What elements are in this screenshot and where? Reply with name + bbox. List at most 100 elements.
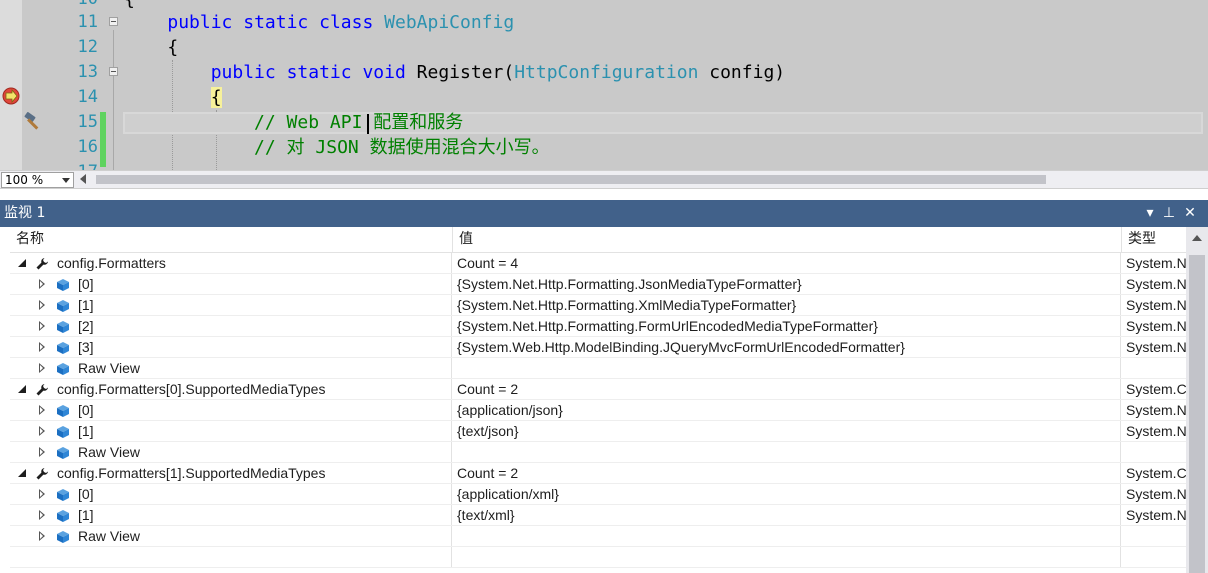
- watch-row[interactable]: [10, 547, 1186, 568]
- watch-value-cell[interactable]: Count = 2: [453, 379, 1121, 399]
- watch-value-cell[interactable]: {System.Net.Http.Formatting.XmlMediaType…: [453, 295, 1121, 315]
- expand-arrow-icon[interactable]: [39, 279, 45, 289]
- watch-value-cell[interactable]: {System.Net.Http.Formatting.FormUrlEncod…: [453, 316, 1121, 336]
- line-number: 13: [77, 62, 98, 82]
- watch-row[interactable]: [0] {application/xml} System.N: [10, 484, 1186, 505]
- watch-row[interactable]: config.Formatters[1].SupportedMediaTypes…: [10, 463, 1186, 484]
- watch-row[interactable]: [3] {System.Web.Http.ModelBinding.JQueryM…: [10, 337, 1186, 358]
- pin-icon[interactable]: ⊥: [1160, 200, 1178, 227]
- watch-row[interactable]: [0] {application/json} System.N: [10, 400, 1186, 421]
- scroll-left-arrow-icon[interactable]: [80, 174, 86, 184]
- watch-name-cell[interactable]: config.Formatters[1].SupportedMediaTypes: [10, 463, 452, 483]
- expand-arrow-icon[interactable]: [39, 321, 45, 331]
- watch-value-cell[interactable]: [453, 358, 1121, 378]
- collapse-arrow-icon[interactable]: [18, 385, 26, 393]
- watch-name-cell[interactable]: [10, 547, 452, 567]
- scroll-up-arrow-icon[interactable]: [1192, 235, 1202, 241]
- code-text: {: [124, 85, 222, 110]
- code-text: // 对 JSON 数据使用混合大小写。: [124, 135, 550, 160]
- code-line[interactable]: 15 // Web API 配置和服务: [0, 110, 1208, 135]
- watch-name-cell[interactable]: Raw View: [10, 358, 452, 378]
- watch-value-cell[interactable]: {application/json}: [453, 400, 1121, 420]
- watch-row[interactable]: [1] {System.Net.Http.Formatting.XmlMediaT…: [10, 295, 1186, 316]
- watch-name-cell[interactable]: [1]: [10, 505, 452, 525]
- collapse-icon[interactable]: [109, 17, 118, 26]
- expand-arrow-icon[interactable]: [39, 447, 45, 457]
- watch-value-cell[interactable]: [453, 526, 1121, 546]
- close-icon[interactable]: ✕: [1181, 200, 1199, 227]
- expand-arrow-icon[interactable]: [39, 426, 45, 436]
- zoom-select[interactable]: 100 %: [1, 172, 74, 188]
- vertical-scrollbar-thumb[interactable]: [1189, 255, 1205, 573]
- code-line[interactable]: 13 public static void Register(HttpConfi…: [0, 60, 1208, 85]
- expand-arrow-icon[interactable]: [39, 342, 45, 352]
- watch-value-cell[interactable]: {System.Web.Http.ModelBinding.JQueryMvcF…: [453, 337, 1121, 357]
- watch-name-cell[interactable]: [1]: [10, 295, 452, 315]
- watch-name-cell[interactable]: config.Formatters[0].SupportedMediaTypes: [10, 379, 452, 399]
- watch-row[interactable]: [1] {text/xml} System.N: [10, 505, 1186, 526]
- code-line[interactable]: 14 {: [0, 85, 1208, 110]
- watch-name-cell[interactable]: config.Formatters: [10, 253, 452, 273]
- watch-row[interactable]: [2] {System.Net.Http.Formatting.FormUrlEn…: [10, 316, 1186, 337]
- horizontal-scrollbar-thumb[interactable]: [96, 175, 1046, 184]
- collapse-arrow-icon[interactable]: [18, 259, 26, 267]
- watch-row[interactable]: Raw View: [10, 358, 1186, 379]
- watch-row[interactable]: config.Formatters Count = 4 System.N: [10, 253, 1186, 274]
- watch-name-cell[interactable]: [3]: [10, 337, 452, 357]
- watch-name-cell[interactable]: [0]: [10, 400, 452, 420]
- watch-name-cell[interactable]: [2]: [10, 316, 452, 336]
- watch-row[interactable]: [0] {System.Net.Http.Formatting.JsonMedia…: [10, 274, 1186, 295]
- watch-column-header: 名称 值 类型: [10, 227, 1186, 253]
- code-editor[interactable]: 10{11 public static class WebApiConfig12…: [0, 0, 1208, 170]
- collapse-arrow-icon[interactable]: [18, 469, 26, 477]
- watch-row[interactable]: Raw View: [10, 442, 1186, 463]
- watch-value-cell[interactable]: [453, 442, 1121, 462]
- column-header-type[interactable]: 类型: [1122, 227, 1186, 252]
- watch-name-label: [1]: [78, 297, 94, 313]
- code-token: config): [698, 62, 786, 83]
- collapse-icon[interactable]: [109, 67, 118, 76]
- watch-value-cell[interactable]: {text/json}: [453, 421, 1121, 441]
- watch-name-cell[interactable]: [0]: [10, 484, 452, 504]
- comment-token: // Web API 配置和服务: [254, 112, 464, 133]
- watch-type-cell: System.N: [1126, 255, 1186, 271]
- watch-value-cell[interactable]: {text/xml}: [453, 505, 1121, 525]
- expand-arrow-icon[interactable]: [39, 510, 45, 520]
- code-text: // Web API 配置和服务: [124, 110, 463, 135]
- watch-name-label: [3]: [78, 339, 94, 355]
- expand-arrow-icon[interactable]: [39, 489, 45, 499]
- column-header-value[interactable]: 值: [453, 227, 1122, 252]
- watch-value-cell[interactable]: {application/xml}: [453, 484, 1121, 504]
- object-icon: [56, 403, 70, 417]
- object-icon: [56, 487, 70, 501]
- expand-arrow-icon[interactable]: [39, 300, 45, 310]
- watch-name-cell[interactable]: [0]: [10, 274, 452, 294]
- watch-name-cell[interactable]: Raw View: [10, 442, 452, 462]
- watch-value-cell[interactable]: {System.Net.Http.Formatting.JsonMediaTyp…: [453, 274, 1121, 294]
- window-menu-icon[interactable]: ▾: [1141, 200, 1159, 227]
- code-line[interactable]: 16 // 对 JSON 数据使用混合大小写。: [0, 135, 1208, 160]
- column-header-name[interactable]: 名称: [10, 227, 453, 252]
- object-icon: [56, 277, 70, 291]
- watch-type-cell: System.C: [1126, 465, 1186, 481]
- watch-name-cell[interactable]: Raw View: [10, 526, 452, 546]
- watch-window-titlebar[interactable]: 监视 1 ▾ ⊥ ✕: [0, 200, 1208, 227]
- keyword-token: public: [167, 12, 233, 33]
- watch-value-cell[interactable]: [453, 547, 1121, 567]
- watch-row[interactable]: [1] {text/json} System.N: [10, 421, 1186, 442]
- expand-arrow-icon[interactable]: [39, 405, 45, 415]
- code-token: {: [124, 37, 179, 58]
- code-line[interactable]: 11 public static class WebApiConfig: [0, 10, 1208, 35]
- watch-row[interactable]: Raw View: [10, 526, 1186, 547]
- expand-arrow-icon[interactable]: [39, 363, 45, 373]
- watch-name-cell[interactable]: [1]: [10, 421, 452, 441]
- expand-arrow-icon[interactable]: [39, 531, 45, 541]
- watch-value-cell[interactable]: Count = 4: [453, 253, 1121, 273]
- line-number: 15: [77, 112, 98, 132]
- watch-row[interactable]: config.Formatters[0].SupportedMediaTypes…: [10, 379, 1186, 400]
- code-line[interactable]: 17: [0, 160, 1208, 170]
- watch-name-label: [0]: [78, 276, 94, 292]
- code-line[interactable]: 12 {: [0, 35, 1208, 60]
- watch-value-cell[interactable]: Count = 2: [453, 463, 1121, 483]
